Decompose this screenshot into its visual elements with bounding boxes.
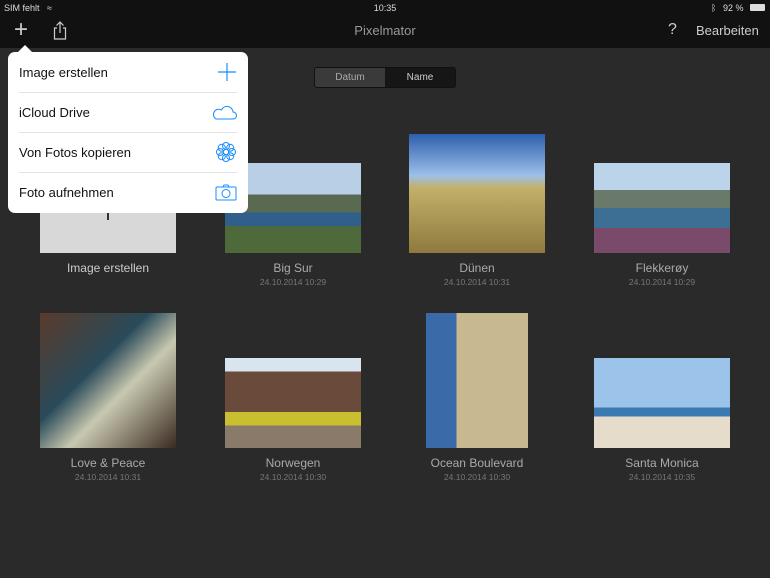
photo-santa-monica[interactable]	[594, 358, 730, 448]
edit-button[interactable]: Bearbeiten	[696, 23, 759, 38]
photo-flekkeroy[interactable]	[594, 163, 730, 253]
photos-flower-icon	[216, 142, 236, 162]
item-title: Flekkerøy	[635, 261, 689, 275]
item-title: Dünen	[459, 261, 495, 275]
menu-item-image-erstellen[interactable]: Image erstellen	[8, 52, 248, 92]
item-date: 24.10.2014 10:35	[628, 472, 696, 482]
plus-icon	[218, 63, 236, 81]
bluetooth-icon: ᛒ	[711, 3, 717, 13]
photo-duenen[interactable]	[409, 134, 545, 253]
photo-ocean-boulevard[interactable]	[426, 313, 528, 448]
cloud-icon	[212, 105, 237, 120]
item-date: 24.10.2014 10:30	[259, 472, 327, 482]
help-button[interactable]: ?	[668, 21, 677, 39]
item-date: 24.10.2014 10:31	[74, 472, 142, 482]
menu-item-foto-aufnehmen[interactable]: Foto aufnehmen	[8, 172, 248, 212]
camera-icon	[215, 184, 237, 201]
item-title: Ocean Boulevard	[430, 456, 524, 470]
sort-name[interactable]: Name	[385, 68, 455, 87]
sort-segmented-control[interactable]: Datum Name	[314, 67, 456, 88]
item-date: 24.10.2014 10:30	[443, 472, 511, 482]
menu-label: Von Fotos kopieren	[19, 144, 132, 160]
item-date: 24.10.2014 10:29	[259, 277, 327, 287]
battery-icon	[750, 4, 765, 11]
item-title: Norwegen	[265, 456, 321, 470]
menu-label: Foto aufnehmen	[19, 184, 114, 200]
app-title: Pixelmator	[354, 23, 416, 38]
item-title: Big Sur	[273, 261, 313, 275]
item-title: Santa Monica	[625, 456, 699, 470]
battery-percent: 92 %	[723, 3, 744, 13]
sort-datum[interactable]: Datum	[315, 68, 385, 87]
item-title: Image erstellen	[66, 261, 150, 275]
nav-bar: + Pixelmator ? Bearbeiten	[0, 15, 770, 48]
photo-norwegen[interactable]	[225, 358, 361, 448]
item-title: Love & Peace	[70, 456, 146, 470]
clock: 10:35	[373, 3, 397, 13]
menu-label: iCloud Drive	[19, 104, 90, 120]
item-date: 24.10.2014 10:31	[443, 277, 511, 287]
menu-label: Image erstellen	[19, 64, 108, 80]
menu-item-icloud-drive[interactable]: iCloud Drive	[8, 92, 248, 132]
status-bar: SIM fehlt ≈ 10:35 ᛒ 92 %	[0, 0, 770, 15]
photo-love-peace[interactable]	[40, 313, 176, 448]
item-date: 24.10.2014 10:29	[628, 277, 696, 287]
menu-item-von-fotos-kopieren[interactable]: Von Fotos kopieren	[8, 132, 248, 172]
add-popover-menu: Image erstellen iCloud Drive Von Fotos k…	[8, 45, 248, 213]
